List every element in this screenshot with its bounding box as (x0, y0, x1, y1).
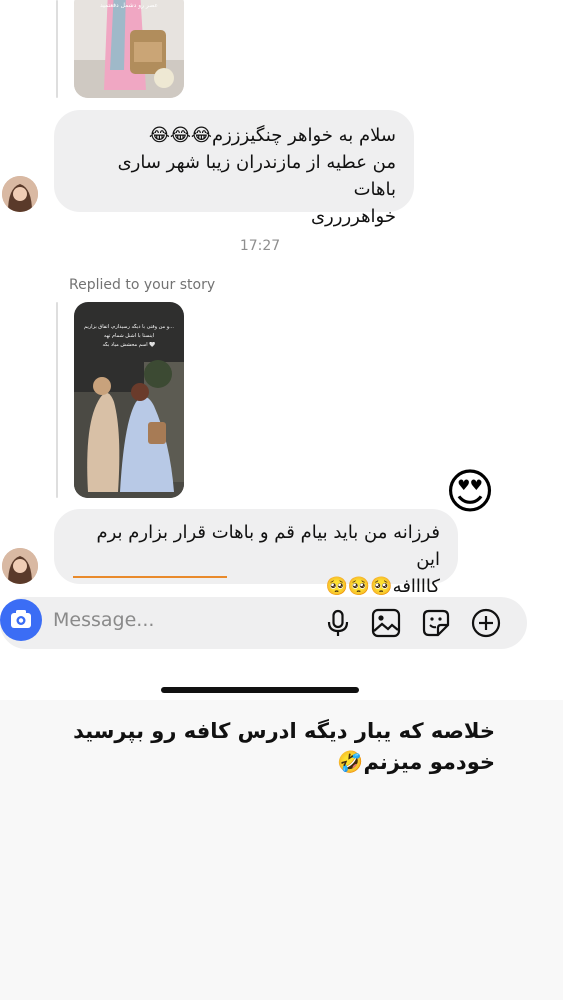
story-top-text: عصر رو دشمل دفعتمید (100, 2, 158, 9)
camera-icon (11, 610, 31, 628)
message-bubble-1[interactable]: سلام به خواهر چنگیزززم😂😂😂 من عطیه از ماز… (54, 110, 414, 227)
message-1-line-2: من عطیه از مازندران زیبا شهر ساری باهات (117, 152, 396, 200)
gallery-icon[interactable] (371, 608, 401, 638)
message-1-line-1: سلام به خواهر چنگیزززم😂😂😂 (148, 125, 396, 146)
message-composer: Message... (0, 597, 527, 649)
story-reply-line (56, 0, 58, 98)
sticker-icon[interactable] (421, 608, 451, 638)
sender-avatar-1[interactable] (2, 176, 38, 212)
message-1-line-3: خواهرررری (310, 206, 396, 227)
story-image (74, 302, 184, 498)
story-text-line-2: اینستا با اشنل شمام تهه (103, 333, 154, 339)
add-icon[interactable] (471, 608, 501, 638)
heart-eyes-reaction[interactable]: 😍 (440, 462, 500, 522)
replied-to-story-label: Replied to your story (69, 277, 216, 293)
message-input[interactable]: Message... (53, 609, 154, 631)
microphone-icon[interactable] (323, 608, 353, 638)
story-reply-line-2 (56, 302, 58, 498)
caption-line-2: خودمو میزنم🤣 (337, 750, 495, 774)
caption-text: خلاصه که یبار دیگه ادرس کافه رو بپرسید خ… (40, 716, 495, 778)
avatar-image (2, 176, 38, 212)
message-2-line-1: فرزانه من باید بیام قم و باهات قرار بزار… (96, 522, 440, 570)
sender-avatar-2[interactable] (2, 548, 38, 584)
avatar-image (2, 548, 38, 584)
story-image-top (74, 0, 184, 98)
message-bubble-2[interactable]: فرزانه من باید بیام قم و باهات قرار بزار… (54, 509, 458, 597)
camera-button[interactable] (0, 599, 42, 641)
story-text-line-1: و من وقتی با دیگه رسیدازم، اتفاق بزاریم.… (84, 324, 174, 330)
story-thumbnail-top[interactable]: عصر رو دشمل دفعتمید (74, 0, 184, 98)
story-thumbnail[interactable]: و من وقتی با دیگه رسیدازم، اتفاق بزاریم.… (74, 302, 184, 498)
highlight-underline (73, 576, 227, 578)
caption-line-1: خلاصه که یبار دیگه ادرس کافه رو بپرسید (73, 719, 495, 743)
story-text-line-3: اسم محشش میاد بگه 🤍 (102, 342, 156, 348)
timestamp: 17:27 (239, 238, 281, 254)
home-indicator (161, 687, 359, 693)
